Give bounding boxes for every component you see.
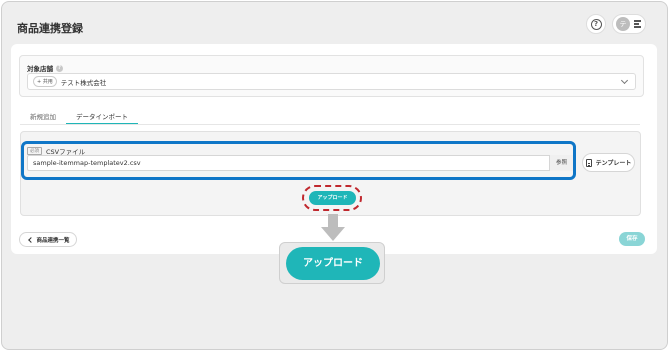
upload-button[interactable]: アップロード [309, 191, 356, 205]
csv-file-input[interactable]: sample-itemmap-templatev2.csv [27, 155, 573, 171]
page-title: 商品連携登録 [17, 22, 83, 35]
help-button[interactable]: ? [586, 14, 606, 34]
menu-icon [634, 20, 641, 28]
back-label: 商品連携一覧 [36, 237, 70, 244]
info-icon: ? [56, 64, 63, 72]
avatar: テ [616, 17, 630, 31]
arrow-down-icon [321, 214, 345, 241]
tab-bar: 新規追加 データインポート [20, 108, 138, 125]
tab-new[interactable]: 新規追加 [20, 108, 66, 125]
chevron-left-icon [28, 236, 35, 243]
store-label: 対象店舗 ? [27, 63, 63, 73]
back-to-list-button[interactable]: 商品連携一覧 [19, 232, 77, 247]
store-select[interactable]: + 共用 テスト株式会社 [27, 73, 636, 90]
save-button[interactable]: 保存 [619, 232, 645, 246]
document-icon [585, 158, 592, 167]
tab-data-import[interactable]: データインポート [66, 108, 138, 125]
upload-button-zoomed: アップロード [286, 247, 380, 280]
browse-button[interactable]: 参照 [549, 155, 573, 171]
tab-divider [20, 124, 640, 125]
template-label: テンプレート [595, 160, 632, 167]
template-button[interactable]: テンプレート [582, 153, 635, 172]
chevron-down-icon [620, 76, 629, 85]
store-label-text: 対象店舗 [27, 65, 53, 73]
help-icon: ? [590, 18, 602, 30]
store-name: テスト株式会社 [60, 78, 107, 87]
required-tag: 必須 [27, 147, 42, 155]
user-menu-button[interactable]: テ [612, 14, 646, 34]
shared-badge: + 共用 [33, 76, 57, 87]
